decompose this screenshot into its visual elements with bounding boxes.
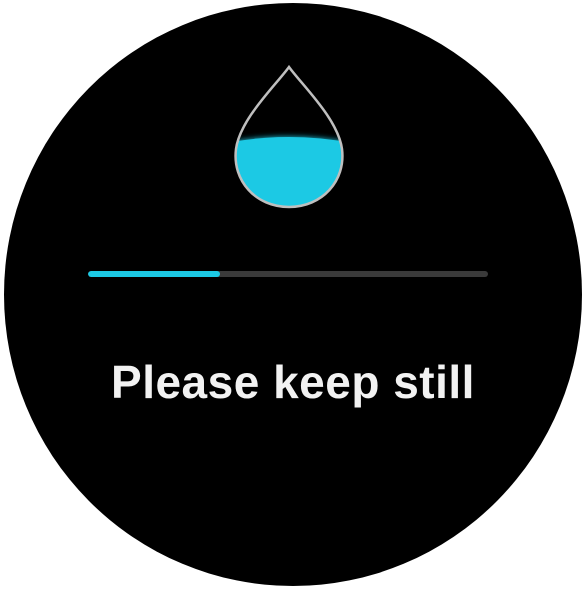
progress-fill: [88, 271, 220, 277]
progress-bar: [88, 271, 488, 277]
watch-face: Please keep still: [4, 3, 582, 586]
screen: Please keep still: [0, 0, 587, 592]
water-drop-icon: [234, 64, 344, 209]
status-message: Please keep still: [111, 356, 475, 408]
